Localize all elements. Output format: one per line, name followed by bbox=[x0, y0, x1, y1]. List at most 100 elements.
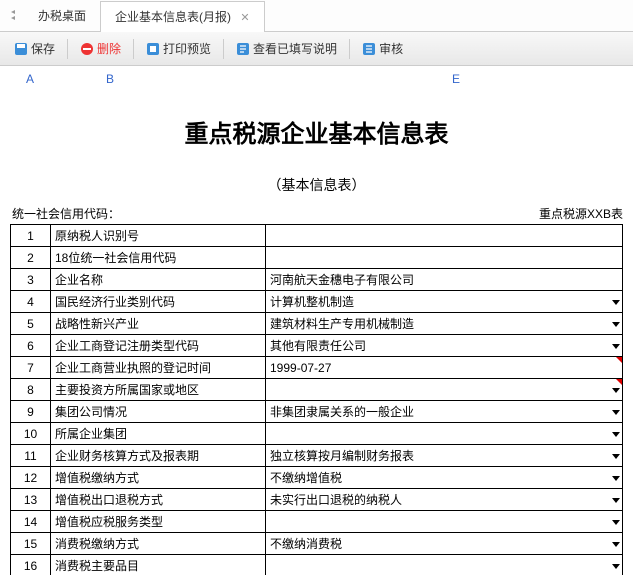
table-row: 5战略性新兴产业建筑材料生产专用机械制造 bbox=[11, 313, 623, 335]
close-icon[interactable]: ✕ bbox=[240, 12, 249, 24]
row-value[interactable]: 1999-07-27 bbox=[266, 357, 623, 379]
sheet-area: A B E 重点税源企业基本信息表 （基本信息表） 统一社会信用代码： 重点税源… bbox=[0, 66, 633, 575]
delete-button[interactable]: 删除 bbox=[74, 38, 127, 59]
row-value[interactable] bbox=[266, 247, 623, 269]
row-number: 12 bbox=[11, 467, 51, 489]
save-button[interactable]: 保存 bbox=[8, 38, 61, 59]
column-letters: A B E bbox=[10, 72, 623, 86]
row-value[interactable]: 计算机整机制造 bbox=[266, 291, 623, 313]
view-instructions-button[interactable]: 查看已填写说明 bbox=[230, 38, 343, 59]
row-label: 企业工商登记注册类型代码 bbox=[51, 335, 266, 357]
row-value[interactable]: 其他有限责任公司 bbox=[266, 335, 623, 357]
form-code-label: 重点税源XXB表 bbox=[539, 205, 623, 222]
row-value[interactable]: 独立核算按月编制财务报表 bbox=[266, 445, 623, 467]
table-row: 13增值税出口退税方式未实行出口退税的纳税人 bbox=[11, 489, 623, 511]
row-value[interactable] bbox=[266, 423, 623, 445]
row-value[interactable] bbox=[266, 511, 623, 533]
table-row: 8主要投资方所属国家或地区 bbox=[11, 379, 623, 401]
row-label: 企业财务核算方式及报表期 bbox=[51, 445, 266, 467]
row-label: 增值税应税服务类型 bbox=[51, 511, 266, 533]
table-row: 14增值税应税服务类型 bbox=[11, 511, 623, 533]
delete-icon bbox=[80, 42, 94, 56]
table-row: 7企业工商营业执照的登记时间1999-07-27 bbox=[11, 357, 623, 379]
check-icon bbox=[362, 42, 376, 56]
row-label: 消费税缴纳方式 bbox=[51, 533, 266, 555]
table-row: 9集团公司情况非集团隶属关系的一般企业 bbox=[11, 401, 623, 423]
meta-row: 统一社会信用代码： 重点税源XXB表 bbox=[10, 205, 623, 224]
row-label: 18位统一社会信用代码 bbox=[51, 247, 266, 269]
row-number: 14 bbox=[11, 511, 51, 533]
row-value[interactable]: 不缴纳消费税 bbox=[266, 533, 623, 555]
row-label: 集团公司情况 bbox=[51, 401, 266, 423]
table-row: 1原纳税人识别号 bbox=[11, 225, 623, 247]
row-number: 5 bbox=[11, 313, 51, 335]
row-number: 1 bbox=[11, 225, 51, 247]
row-number: 15 bbox=[11, 533, 51, 555]
row-value[interactable]: 河南航天金穗电子有限公司 bbox=[266, 269, 623, 291]
table-row: 10所属企业集团 bbox=[11, 423, 623, 445]
col-E: E bbox=[170, 72, 460, 86]
toolbar: 保存 删除 打印预览 查看已填写说明 审核 bbox=[0, 32, 633, 66]
row-label: 增值税缴纳方式 bbox=[51, 467, 266, 489]
table-row: 12增值税缴纳方式不缴纳增值税 bbox=[11, 467, 623, 489]
row-label: 所属企业集团 bbox=[51, 423, 266, 445]
row-number: 9 bbox=[11, 401, 51, 423]
print-preview-label: 打印预览 bbox=[163, 40, 211, 57]
separator bbox=[133, 39, 134, 59]
row-label: 原纳税人识别号 bbox=[51, 225, 266, 247]
table-row: 15消费税缴纳方式不缴纳消费税 bbox=[11, 533, 623, 555]
row-number: 11 bbox=[11, 445, 51, 467]
row-number: 4 bbox=[11, 291, 51, 313]
row-number: 13 bbox=[11, 489, 51, 511]
col-B: B bbox=[50, 72, 170, 86]
info-table: 1原纳税人识别号218位统一社会信用代码3企业名称河南航天金穗电子有限公司4国民… bbox=[10, 224, 623, 575]
row-label: 企业名称 bbox=[51, 269, 266, 291]
view-instructions-label: 查看已填写说明 bbox=[253, 40, 337, 57]
table-row: 11企业财务核算方式及报表期独立核算按月编制财务报表 bbox=[11, 445, 623, 467]
tab-enterprise-info[interactable]: 企业基本信息表(月报) ✕ bbox=[100, 1, 265, 32]
row-number: 10 bbox=[11, 423, 51, 445]
row-label: 企业工商营业执照的登记时间 bbox=[51, 357, 266, 379]
table-row: 4国民经济行业类别代码计算机整机制造 bbox=[11, 291, 623, 313]
row-label: 战略性新兴产业 bbox=[51, 313, 266, 335]
print-icon bbox=[146, 42, 160, 56]
delete-label: 删除 bbox=[97, 40, 121, 57]
chevron-left-icon[interactable] bbox=[0, 9, 24, 23]
row-number: 8 bbox=[11, 379, 51, 401]
tab-label: 企业基本信息表(月报) bbox=[115, 10, 231, 24]
separator bbox=[223, 39, 224, 59]
table-row: 16消费税主要品目 bbox=[11, 555, 623, 575]
table-row: 6企业工商登记注册类型代码其他有限责任公司 bbox=[11, 335, 623, 357]
row-value[interactable]: 未实行出口退税的纳税人 bbox=[266, 489, 623, 511]
row-value[interactable]: 不缴纳增值税 bbox=[266, 467, 623, 489]
print-preview-button[interactable]: 打印预览 bbox=[140, 38, 217, 59]
review-button[interactable]: 审核 bbox=[356, 38, 409, 59]
row-value[interactable] bbox=[266, 225, 623, 247]
row-number: 16 bbox=[11, 555, 51, 575]
row-value[interactable] bbox=[266, 379, 623, 401]
save-icon bbox=[14, 42, 28, 56]
row-label: 主要投资方所属国家或地区 bbox=[51, 379, 266, 401]
row-value[interactable]: 非集团隶属关系的一般企业 bbox=[266, 401, 623, 423]
page-subtitle: （基本信息表） bbox=[10, 175, 623, 195]
separator bbox=[67, 39, 68, 59]
save-label: 保存 bbox=[31, 40, 55, 57]
tab-bar: 办税桌面 企业基本信息表(月报) ✕ bbox=[0, 0, 633, 32]
page-title: 重点税源企业基本信息表 bbox=[10, 114, 623, 149]
review-label: 审核 bbox=[379, 40, 403, 57]
tab-label: 办税桌面 bbox=[38, 9, 86, 23]
row-label: 消费税主要品目 bbox=[51, 555, 266, 575]
row-number: 7 bbox=[11, 357, 51, 379]
col-A: A bbox=[10, 72, 50, 86]
row-value[interactable] bbox=[266, 555, 623, 575]
row-number: 6 bbox=[11, 335, 51, 357]
row-value[interactable]: 建筑材料生产专用机械制造 bbox=[266, 313, 623, 335]
row-label: 国民经济行业类别代码 bbox=[51, 291, 266, 313]
separator bbox=[349, 39, 350, 59]
tab-tax-desktop[interactable]: 办税桌面 bbox=[24, 0, 100, 31]
document-icon bbox=[236, 42, 250, 56]
row-number: 2 bbox=[11, 247, 51, 269]
credit-code-label: 统一社会信用代码： bbox=[12, 205, 120, 222]
row-number: 3 bbox=[11, 269, 51, 291]
row-label: 增值税出口退税方式 bbox=[51, 489, 266, 511]
